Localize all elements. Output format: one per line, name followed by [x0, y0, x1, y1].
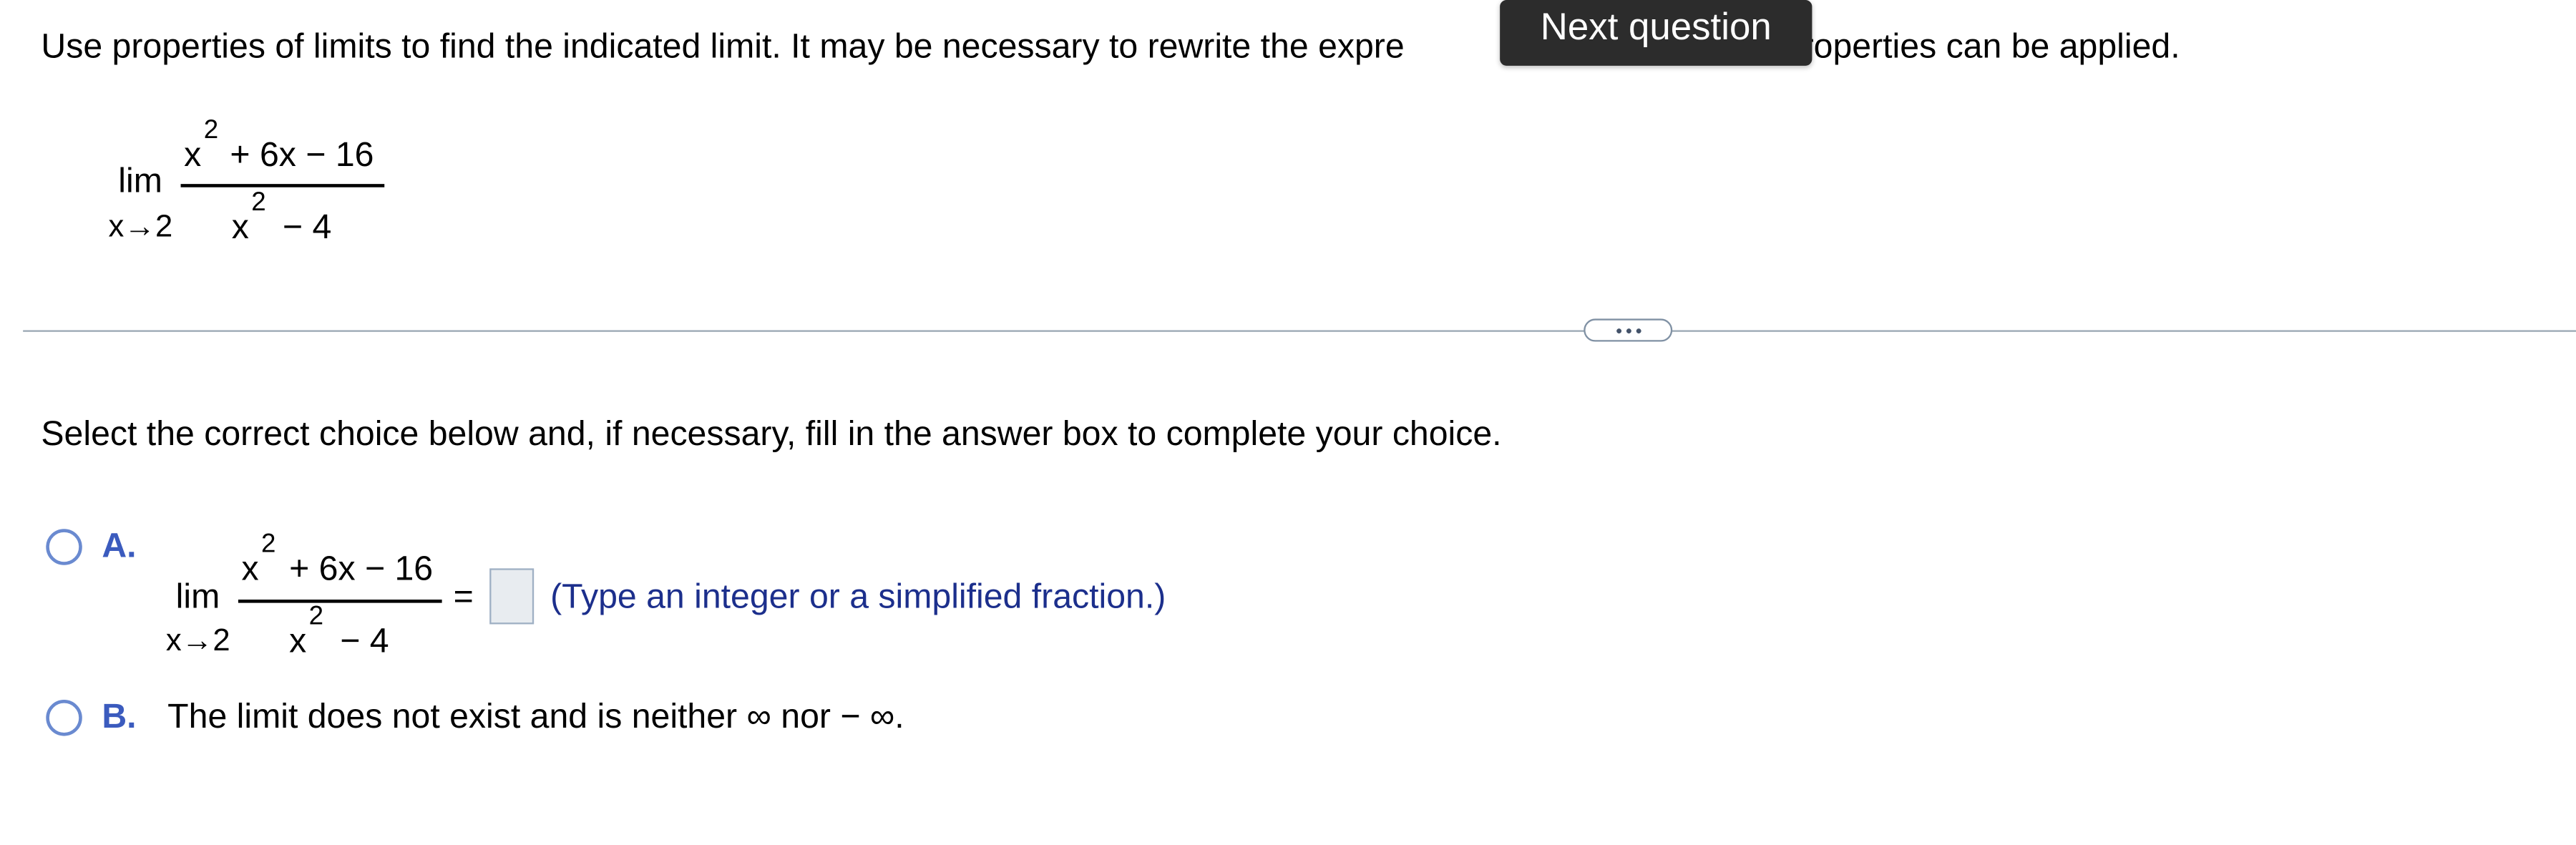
numerator-exponent: 2 — [203, 117, 219, 145]
choice-a-numerator-base: x — [241, 550, 259, 588]
numerator-base: x — [184, 136, 202, 175]
dot-icon — [1635, 328, 1641, 333]
choice-b-letter[interactable]: B. — [102, 698, 136, 738]
question-prompt-start: Use properties of limits to find the ind… — [41, 28, 1405, 66]
choice-a-numerator-rest: + 6x − 16 — [289, 550, 434, 588]
denominator-rest: − 4 — [282, 208, 332, 247]
choice-a-radio[interactable] — [46, 529, 82, 565]
choice-a-letter[interactable]: A. — [102, 527, 136, 567]
dot-icon — [1625, 328, 1631, 333]
choice-b-radio[interactable] — [46, 700, 82, 736]
answer-input-box[interactable] — [489, 568, 535, 625]
fraction-bar — [180, 184, 385, 187]
choice-a-denominator-exponent: 2 — [308, 602, 324, 631]
section-divider — [23, 330, 2576, 332]
choice-a-numerator-exponent: 2 — [261, 530, 276, 559]
choice-a-fraction-bar — [238, 600, 442, 602]
choice-a-lim-word: lim — [175, 578, 220, 616]
question-prompt-end: roperties can be applied. — [1802, 28, 2180, 66]
expand-more-button[interactable] — [1584, 318, 1673, 342]
lim-word: lim — [118, 162, 162, 201]
choice-b-text[interactable]: The limit does not exist and is neither … — [167, 698, 904, 738]
next-question-tooltip: Next question — [1500, 0, 1813, 66]
tooltip-label: Next question — [1540, 4, 1772, 48]
choice-a-equals: = — [453, 578, 474, 616]
choice-a-denominator-base: x — [289, 622, 307, 660]
choice-a-lim-approach: x→2 — [165, 624, 230, 659]
lim-approach: x→2 — [108, 210, 173, 245]
choice-a-hint: (Type an integer or a simplified fractio… — [550, 578, 1166, 616]
dot-icon — [1616, 328, 1621, 333]
choice-a-denominator-rest: − 4 — [340, 622, 389, 660]
denominator-base: x — [231, 208, 249, 247]
numerator-rest: + 6x − 16 — [230, 136, 374, 175]
instructions-text: Select the correct choice below and, if … — [41, 415, 1502, 454]
denominator-exponent: 2 — [251, 189, 266, 218]
